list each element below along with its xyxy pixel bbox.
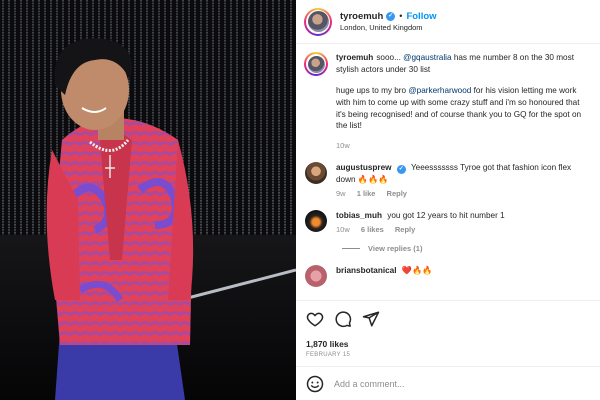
- view-replies-button[interactable]: View replies (1): [342, 244, 590, 253]
- verified-badge-icon: ✓: [396, 165, 406, 175]
- post-actions-section: 1,870 likes FEBRUARY 15: [296, 300, 600, 366]
- comments-list[interactable]: tyroemuh sooo... @gqaustralia has me numb…: [296, 44, 600, 300]
- caption-time[interactable]: 10w: [336, 141, 350, 150]
- post-photo: [0, 0, 296, 400]
- caption-author-avatar[interactable]: [304, 52, 328, 76]
- view-replies-label: View replies (1): [368, 243, 423, 253]
- action-bar: [306, 309, 590, 329]
- paper-plane-icon[interactable]: [362, 310, 380, 328]
- mention-link[interactable]: @gqaustralia: [403, 53, 451, 62]
- comment-username[interactable]: briansbotanical: [336, 266, 397, 275]
- comment-text: ❤️🔥🔥: [401, 265, 433, 275]
- verified-badge-icon: ✓: [386, 12, 396, 22]
- comment-time[interactable]: 10w: [336, 225, 350, 234]
- comment-bubble-icon[interactable]: [334, 310, 352, 328]
- commenter-avatar[interactable]: [305, 209, 327, 232]
- post-date[interactable]: FEBRUARY 15: [306, 352, 590, 358]
- comment-likes[interactable]: 1 like: [357, 189, 376, 198]
- comment-username[interactable]: tobias_muh: [336, 211, 382, 220]
- commenter-avatar[interactable]: [305, 162, 327, 185]
- post-header: tyroemuh ✓ • Follow London, United Kingd…: [296, 0, 600, 44]
- author-avatar[interactable]: [304, 7, 332, 36]
- caption-item: tyroemuh sooo... @gqaustralia has me numb…: [304, 52, 590, 152]
- comment-username[interactable]: augustusprew: [336, 163, 392, 172]
- follow-button[interactable]: Follow: [406, 11, 436, 23]
- author-username[interactable]: tyroemuh: [340, 11, 383, 23]
- replies-divider: [342, 247, 360, 249]
- separator-dot: •: [399, 11, 403, 22]
- comment-time[interactable]: 9w: [336, 189, 346, 198]
- caption-text: sooo...: [376, 53, 404, 62]
- mention-link[interactable]: @parkerharwood: [408, 86, 471, 95]
- post-location[interactable]: London, United Kingdom: [340, 23, 437, 32]
- comment-text: you got 12 years to hit number 1: [387, 210, 505, 220]
- likes-count[interactable]: 1,870 likes: [306, 339, 590, 349]
- heart-icon[interactable]: [306, 310, 324, 328]
- comment-input[interactable]: [334, 378, 590, 389]
- reply-button[interactable]: Reply: [387, 189, 407, 198]
- caption-text: huge ups to my bro: [336, 85, 409, 95]
- comment-item: tobias_muh you got 12 years to hit numbe…: [304, 209, 590, 236]
- caption-username[interactable]: tyroemuh: [336, 53, 373, 62]
- commenter-avatar[interactable]: [305, 264, 327, 287]
- post-details-panel: tyroemuh ✓ • Follow London, United Kingd…: [296, 0, 600, 400]
- smiley-icon[interactable]: [306, 375, 324, 393]
- post-photo-illustration: [0, 0, 296, 400]
- reply-button[interactable]: Reply: [395, 225, 415, 234]
- comment-likes[interactable]: 6 likes: [361, 225, 384, 234]
- comment-item: briansbotanical ❤️🔥🔥: [304, 264, 590, 287]
- add-comment-bar: [296, 366, 600, 400]
- comment-item: augustusprew ✓ Yeeesssssss Tyroe got tha…: [304, 162, 590, 200]
